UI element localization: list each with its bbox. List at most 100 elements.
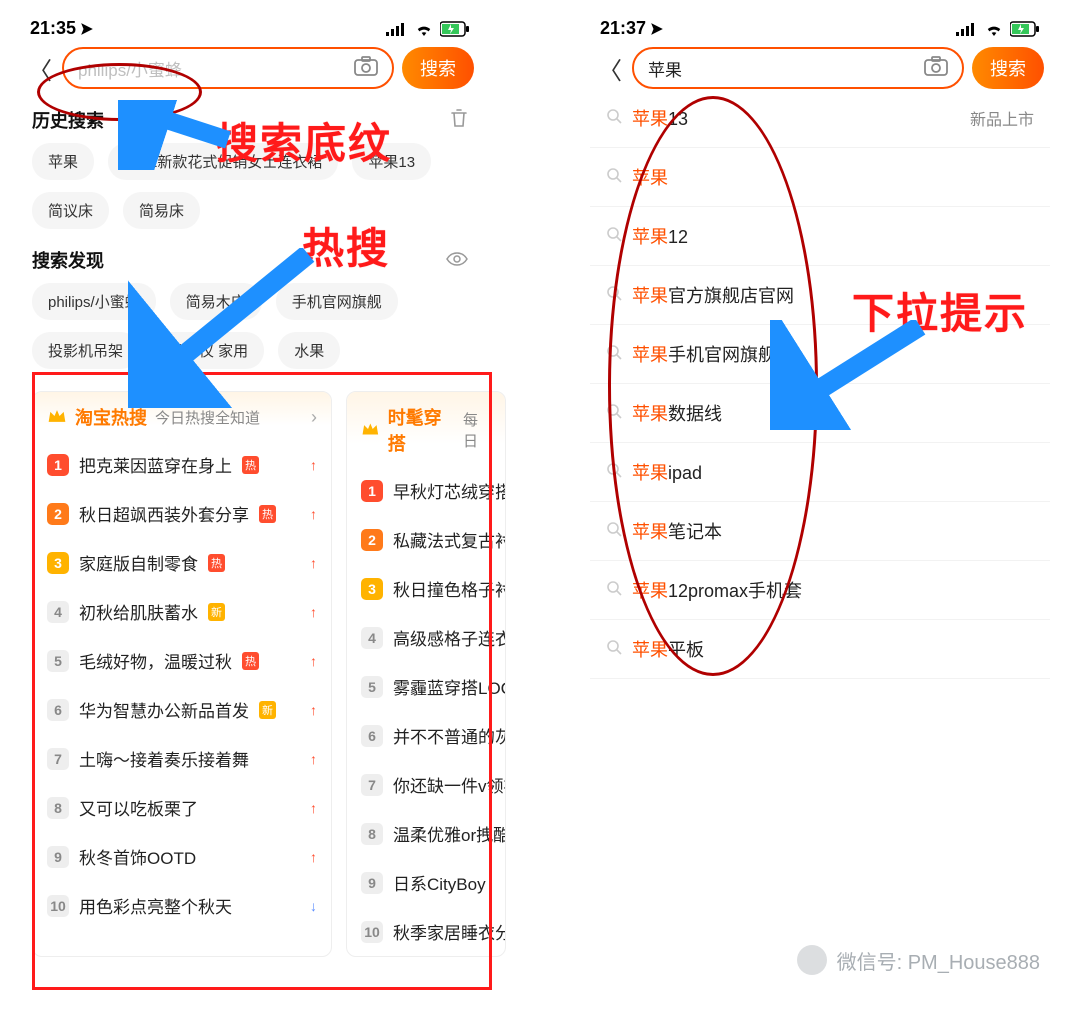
discover-chip[interactable]: 简易木床	[170, 283, 262, 320]
history-chip[interactable]: 苹果	[32, 143, 94, 180]
trend-arrow-icon: ↑	[310, 506, 317, 522]
hot-item-text: 你还缺一件v领衬	[393, 772, 505, 797]
search-value-text: 苹果	[648, 56, 916, 81]
suggestion-text: 苹果12promax手机套	[632, 577, 802, 603]
hot-item-text: 又可以吃板栗了	[79, 795, 198, 820]
hot-item-text: 早秋灯芯绒穿搭	[393, 478, 505, 503]
watermark: 微信号: PM_House888	[797, 945, 1040, 975]
discover-chip[interactable]: philips/小蜜蜂	[32, 283, 156, 320]
hot-item-text: 温柔优雅or拽酷	[393, 821, 505, 846]
discover-chip[interactable]: 手机官网旗舰	[276, 283, 398, 320]
trash-icon[interactable]	[450, 108, 468, 133]
search-input[interactable]: philips/小蜜蜂	[62, 47, 394, 89]
suggestion-item[interactable]: 苹果13新品上市	[590, 89, 1050, 148]
search-button[interactable]: 搜索	[972, 47, 1044, 89]
hot-list-item[interactable]: 6华为智慧办公新品首发新↑	[33, 685, 331, 734]
search-input[interactable]: 苹果	[632, 47, 964, 89]
history-chip[interactable]: 苹果13	[352, 143, 431, 180]
hot-list-item[interactable]: 5雾霾蓝穿搭LOC	[347, 662, 505, 711]
article-figure: 21:35 〈 philips/小蜜蜂 搜索 历史搜索	[0, 0, 1080, 971]
hot-list-item[interactable]: 10秋季家居睡衣分	[347, 907, 505, 956]
location-icon	[650, 22, 664, 36]
hot-list-item[interactable]: 9日系CityBoy	[347, 858, 505, 907]
rank-badge: 8	[361, 823, 383, 845]
hot-item-text: 土嗨～接着奏乐接着舞	[79, 746, 249, 771]
history-heading: 历史搜索	[20, 89, 480, 143]
history-chip[interactable]: 2021新款花式促销女士连衣裙	[108, 143, 338, 180]
hot-title: 时髦穿搭	[388, 404, 455, 456]
chevron-right-icon[interactable]: ›	[311, 407, 317, 428]
hot-item-text: 华为智慧办公新品首发	[79, 697, 249, 722]
hot-card-primary[interactable]: 淘宝热搜 今日热搜全知道 › 1把克莱因蓝穿在身上热↑2秋日超飒西装外套分享热↑…	[32, 391, 332, 957]
hot-subtitle: 今日热搜全知道	[155, 407, 260, 428]
suggestion-item[interactable]: 苹果手机官网旗舰	[590, 325, 1050, 384]
crown-icon	[361, 421, 380, 437]
rank-badge: 4	[361, 627, 383, 649]
suggestion-text: 苹果12	[632, 223, 688, 249]
discover-chip[interactable]: 投影仪 家用	[153, 332, 264, 369]
rank-badge: 1	[47, 454, 69, 476]
hot-list-item[interactable]: 7土嗨～接着奏乐接着舞↑	[33, 734, 331, 783]
hot-list-item[interactable]: 1把克莱因蓝穿在身上热↑	[33, 440, 331, 489]
back-icon[interactable]: 〈	[26, 51, 54, 86]
hot-list-item[interactable]: 3家庭版自制零食热↑	[33, 538, 331, 587]
suggestion-item[interactable]: 苹果平板	[590, 620, 1050, 679]
history-chip[interactable]: 简易床	[123, 192, 200, 229]
suggestion-tag[interactable]: 新品上市	[970, 106, 1034, 130]
history-chip[interactable]: 简议床	[32, 192, 109, 229]
suggestion-item[interactable]: 苹果12	[590, 207, 1050, 266]
discover-heading: 搜索发现	[20, 229, 480, 283]
rank-badge: 3	[47, 552, 69, 574]
rank-badge: 10	[361, 921, 383, 943]
suggestion-item[interactable]: 苹果12promax手机套	[590, 561, 1050, 620]
suggestion-item[interactable]: 苹果数据线	[590, 384, 1050, 443]
hot-card-secondary[interactable]: 时髦穿搭 每日 1早秋灯芯绒穿搭2私藏法式复古衬3秋日撞色格子衬4高级感格子连衣…	[346, 391, 506, 957]
status-icons	[956, 21, 1040, 37]
rank-badge: 4	[47, 601, 69, 623]
hot-list-item[interactable]: 2私藏法式复古衬	[347, 515, 505, 564]
hot-list-item[interactable]: 8 温柔优雅or拽酷	[347, 809, 505, 858]
hot-list-item[interactable]: 6并不不普通的灰	[347, 711, 505, 760]
hot-list-item[interactable]: 4初秋给肌肤蓄水新↑	[33, 587, 331, 636]
suggestion-item[interactable]: 苹果ipad	[590, 443, 1050, 502]
discover-chip[interactable]: 水果	[278, 332, 340, 369]
hot-item-text: 私藏法式复古衬	[393, 527, 505, 552]
hot-list-item[interactable]: 8又可以吃板栗了↑	[33, 783, 331, 832]
search-placeholder-text: philips/小蜜蜂	[78, 56, 346, 81]
phone-right: 21:37 〈 苹果 搜索 苹果13新品上市苹果苹果12苹果官方旗舰店官网苹果手…	[590, 14, 1050, 957]
crown-icon	[47, 408, 67, 424]
hot-list-item[interactable]: 9秋冬首饰OOTD↑	[33, 832, 331, 881]
search-row: 〈 苹果 搜索	[590, 47, 1050, 89]
search-icon	[606, 226, 622, 247]
eye-icon[interactable]	[446, 250, 468, 271]
suggestion-item[interactable]: 苹果官方旗舰店官网	[590, 266, 1050, 325]
search-icon	[606, 521, 622, 542]
hot-search-row: 淘宝热搜 今日热搜全知道 › 1把克莱因蓝穿在身上热↑2秋日超飒西装外套分享热↑…	[20, 391, 480, 957]
hot-list: 1早秋灯芯绒穿搭2私藏法式复古衬3秋日撞色格子衬4高级感格子连衣5雾霾蓝穿搭LO…	[347, 466, 505, 956]
status-bar: 21:37	[590, 14, 1050, 47]
hot-list-item[interactable]: 10用色彩点亮整个秋天↓	[33, 881, 331, 930]
hot-list-item[interactable]: 5毛绒好物，温暖过秋热↑	[33, 636, 331, 685]
hot-card-header[interactable]: 时髦穿搭 每日	[347, 392, 505, 466]
signal-icon	[956, 22, 978, 36]
rank-badge: 9	[47, 846, 69, 868]
hot-list-item[interactable]: 1早秋灯芯绒穿搭	[347, 466, 505, 515]
camera-icon[interactable]	[924, 56, 948, 81]
camera-icon[interactable]	[354, 56, 378, 81]
search-button[interactable]: 搜索	[402, 47, 474, 89]
suggestion-text: 苹果手机官网旗舰	[632, 341, 776, 367]
hot-card-header[interactable]: 淘宝热搜 今日热搜全知道 ›	[33, 392, 331, 440]
hot-list-item[interactable]: 4高级感格子连衣	[347, 613, 505, 662]
discover-chip[interactable]: 投影机吊架	[32, 332, 139, 369]
hot-list-item[interactable]: 3秋日撞色格子衬	[347, 564, 505, 613]
suggestion-item[interactable]: 苹果笔记本	[590, 502, 1050, 561]
suggestion-text: 苹果数据线	[632, 400, 722, 426]
hot-item-text: 雾霾蓝穿搭LOC	[393, 674, 505, 699]
suggestion-item[interactable]: 苹果	[590, 148, 1050, 207]
trend-arrow-icon: ↑	[310, 751, 317, 767]
hot-list-item[interactable]: 2秋日超飒西装外套分享热↑	[33, 489, 331, 538]
hot-list-item[interactable]: 7你还缺一件v领衬	[347, 760, 505, 809]
back-icon[interactable]: 〈	[596, 51, 624, 86]
clock: 21:35	[30, 18, 76, 39]
suggestion-text: 苹果	[632, 164, 668, 190]
